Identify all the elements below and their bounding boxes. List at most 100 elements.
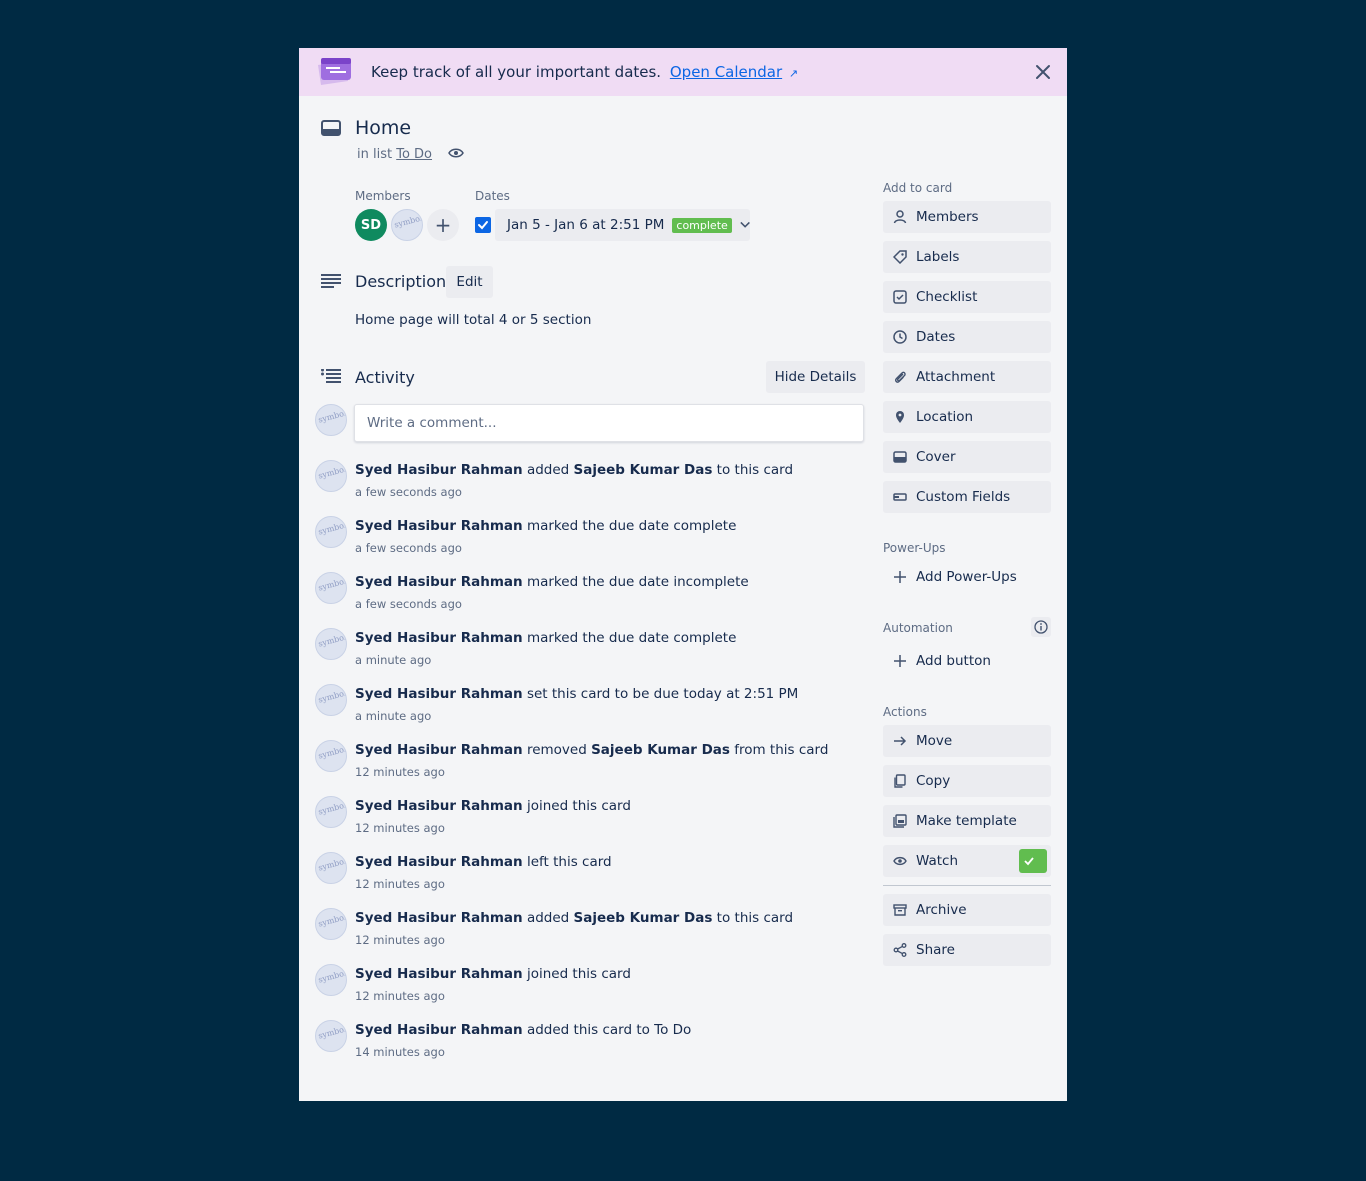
add-powerups-label: Add Power-Ups xyxy=(916,569,1017,585)
activity-action: added xyxy=(522,462,574,478)
activity-action: added this card to To Do xyxy=(522,1022,692,1038)
activity-target-user[interactable]: Sajeeb Kumar Das xyxy=(574,910,713,926)
activity-user[interactable]: Syed Hasibur Rahman xyxy=(355,686,523,702)
due-date-button[interactable]: Jan 5 - Jan 6 at 2:51 PM complete xyxy=(495,209,750,241)
activity-action: marked the due date complete xyxy=(522,630,737,646)
activity-action: removed xyxy=(522,742,592,758)
activity-timestamp[interactable]: a minute ago xyxy=(355,653,431,667)
powerups-label: Power-Ups xyxy=(883,541,946,555)
edit-description-button[interactable]: Edit xyxy=(446,266,493,298)
activity-user[interactable]: Syed Hasibur Rahman xyxy=(355,630,523,646)
activity-timestamp[interactable]: a minute ago xyxy=(355,709,431,723)
card-list-info: in list To Do xyxy=(357,147,465,162)
activity-timestamp[interactable]: 14 minutes ago xyxy=(355,1045,445,1059)
open-calendar-link[interactable]: Open Calendar xyxy=(670,63,782,81)
comment-input[interactable]: Write a comment... xyxy=(354,404,864,442)
arrow-right-icon xyxy=(894,736,907,746)
avatar[interactable] xyxy=(315,628,347,660)
labels-button[interactable]: Labels xyxy=(883,241,1051,273)
member-avatar-sd[interactable]: SD xyxy=(355,209,387,241)
make-template-button-label: Make template xyxy=(916,813,1017,829)
activity-action: joined this card xyxy=(522,798,631,814)
share-icon xyxy=(893,943,907,957)
add-member-button[interactable]: + xyxy=(427,209,459,241)
avatar[interactable] xyxy=(315,1020,347,1052)
dates-button[interactable]: Dates xyxy=(883,321,1051,353)
member-avatar[interactable] xyxy=(391,209,423,241)
in-list-prefix: in list xyxy=(357,147,393,162)
activity-action-suffix: to this card xyxy=(712,462,794,478)
attachment-button-label: Attachment xyxy=(916,369,996,385)
members-button[interactable]: Members xyxy=(883,201,1051,233)
actions-label: Actions xyxy=(883,705,927,719)
external-link-icon: ↗ xyxy=(788,67,799,80)
activity-target-user[interactable]: Sajeeb Kumar Das xyxy=(574,462,713,478)
hide-details-button[interactable]: Hide Details xyxy=(766,361,865,393)
attachment-button[interactable]: Attachment xyxy=(883,361,1051,393)
activity-target-user[interactable]: Sajeeb Kumar Das xyxy=(591,742,730,758)
activity-user[interactable]: Syed Hasibur Rahman xyxy=(355,518,523,534)
activity-text: Syed Hasibur Rahman marked the due date … xyxy=(355,518,736,534)
activity-user[interactable]: Syed Hasibur Rahman xyxy=(355,966,523,982)
custom-fields-button[interactable]: Custom Fields xyxy=(883,481,1051,513)
move-button[interactable]: Move xyxy=(883,725,1051,757)
activity-text: Syed Hasibur Rahman joined this card xyxy=(355,798,631,814)
avatar[interactable] xyxy=(315,908,347,940)
avatar[interactable] xyxy=(315,740,347,772)
activity-user[interactable]: Syed Hasibur Rahman xyxy=(355,742,523,758)
activity-user[interactable]: Syed Hasibur Rahman xyxy=(355,1022,523,1038)
activity-item: Syed Hasibur Rahman marked the due date … xyxy=(315,572,865,628)
activity-user[interactable]: Syed Hasibur Rahman xyxy=(355,574,523,590)
avatar[interactable] xyxy=(315,852,347,884)
avatar[interactable] xyxy=(315,460,347,492)
description-text[interactable]: Home page will total 4 or 5 section xyxy=(355,312,591,328)
add-powerups-button[interactable]: Add Power-Ups xyxy=(883,561,1051,593)
check-icon xyxy=(1023,857,1034,866)
activity-timestamp[interactable]: a few seconds ago xyxy=(355,597,462,611)
list-link[interactable]: To Do xyxy=(396,147,432,162)
activity-timestamp[interactable]: 12 minutes ago xyxy=(355,877,445,891)
activity-item: Syed Hasibur Rahman set this card to be … xyxy=(315,684,865,740)
activity-user[interactable]: Syed Hasibur Rahman xyxy=(355,854,523,870)
archive-button[interactable]: Archive xyxy=(883,894,1051,926)
add-automation-button[interactable]: Add button xyxy=(883,645,1051,677)
share-button-label: Share xyxy=(916,942,955,958)
activity-timestamp[interactable]: 12 minutes ago xyxy=(355,765,445,779)
activity-user[interactable]: Syed Hasibur Rahman xyxy=(355,910,523,926)
automation-info-button[interactable] xyxy=(1031,617,1051,637)
checklist-button[interactable]: Checklist xyxy=(883,281,1051,313)
activity-timestamp[interactable]: a few seconds ago xyxy=(355,541,462,555)
automation-label: Automation xyxy=(883,621,953,635)
location-button[interactable]: Location xyxy=(883,401,1051,433)
watch-checked-indicator xyxy=(1019,849,1047,873)
activity-text: Syed Hasibur Rahman added Sajeeb Kumar D… xyxy=(355,910,793,926)
close-icon[interactable] xyxy=(1033,62,1053,82)
avatar[interactable] xyxy=(315,796,347,828)
cover-button[interactable]: Cover xyxy=(883,441,1051,473)
cover-button-label: Cover xyxy=(916,449,956,465)
activity-user[interactable]: Syed Hasibur Rahman xyxy=(355,798,523,814)
card-detail-modal: Keep track of all your important dates. … xyxy=(299,48,1067,1101)
clock-icon xyxy=(893,330,907,344)
activity-timestamp[interactable]: 12 minutes ago xyxy=(355,821,445,835)
activity-user[interactable]: Syed Hasibur Rahman xyxy=(355,462,523,478)
watch-button[interactable]: Watch xyxy=(883,845,1051,877)
share-button[interactable]: Share xyxy=(883,934,1051,966)
add-to-card-label: Add to card xyxy=(883,181,953,195)
activity-timestamp[interactable]: a few seconds ago xyxy=(355,485,462,499)
avatar[interactable] xyxy=(315,572,347,604)
person-icon xyxy=(893,210,907,224)
activity-heading: Activity xyxy=(355,368,415,387)
make-template-button[interactable]: Make template xyxy=(883,805,1051,837)
activity-timestamp[interactable]: 12 minutes ago xyxy=(355,933,445,947)
date-complete-checkbox[interactable] xyxy=(475,217,491,233)
activity-text: Syed Hasibur Rahman joined this card xyxy=(355,966,631,982)
copy-button[interactable]: Copy xyxy=(883,765,1051,797)
card-title[interactable]: Home xyxy=(355,117,411,139)
activity-text: Syed Hasibur Rahman added this card to T… xyxy=(355,1022,691,1038)
avatar[interactable] xyxy=(315,964,347,996)
activity-timestamp[interactable]: 12 minutes ago xyxy=(355,989,445,1003)
avatar[interactable] xyxy=(315,516,347,548)
activity-item: Syed Hasibur Rahman added Sajeeb Kumar D… xyxy=(315,908,865,964)
avatar[interactable] xyxy=(315,684,347,716)
